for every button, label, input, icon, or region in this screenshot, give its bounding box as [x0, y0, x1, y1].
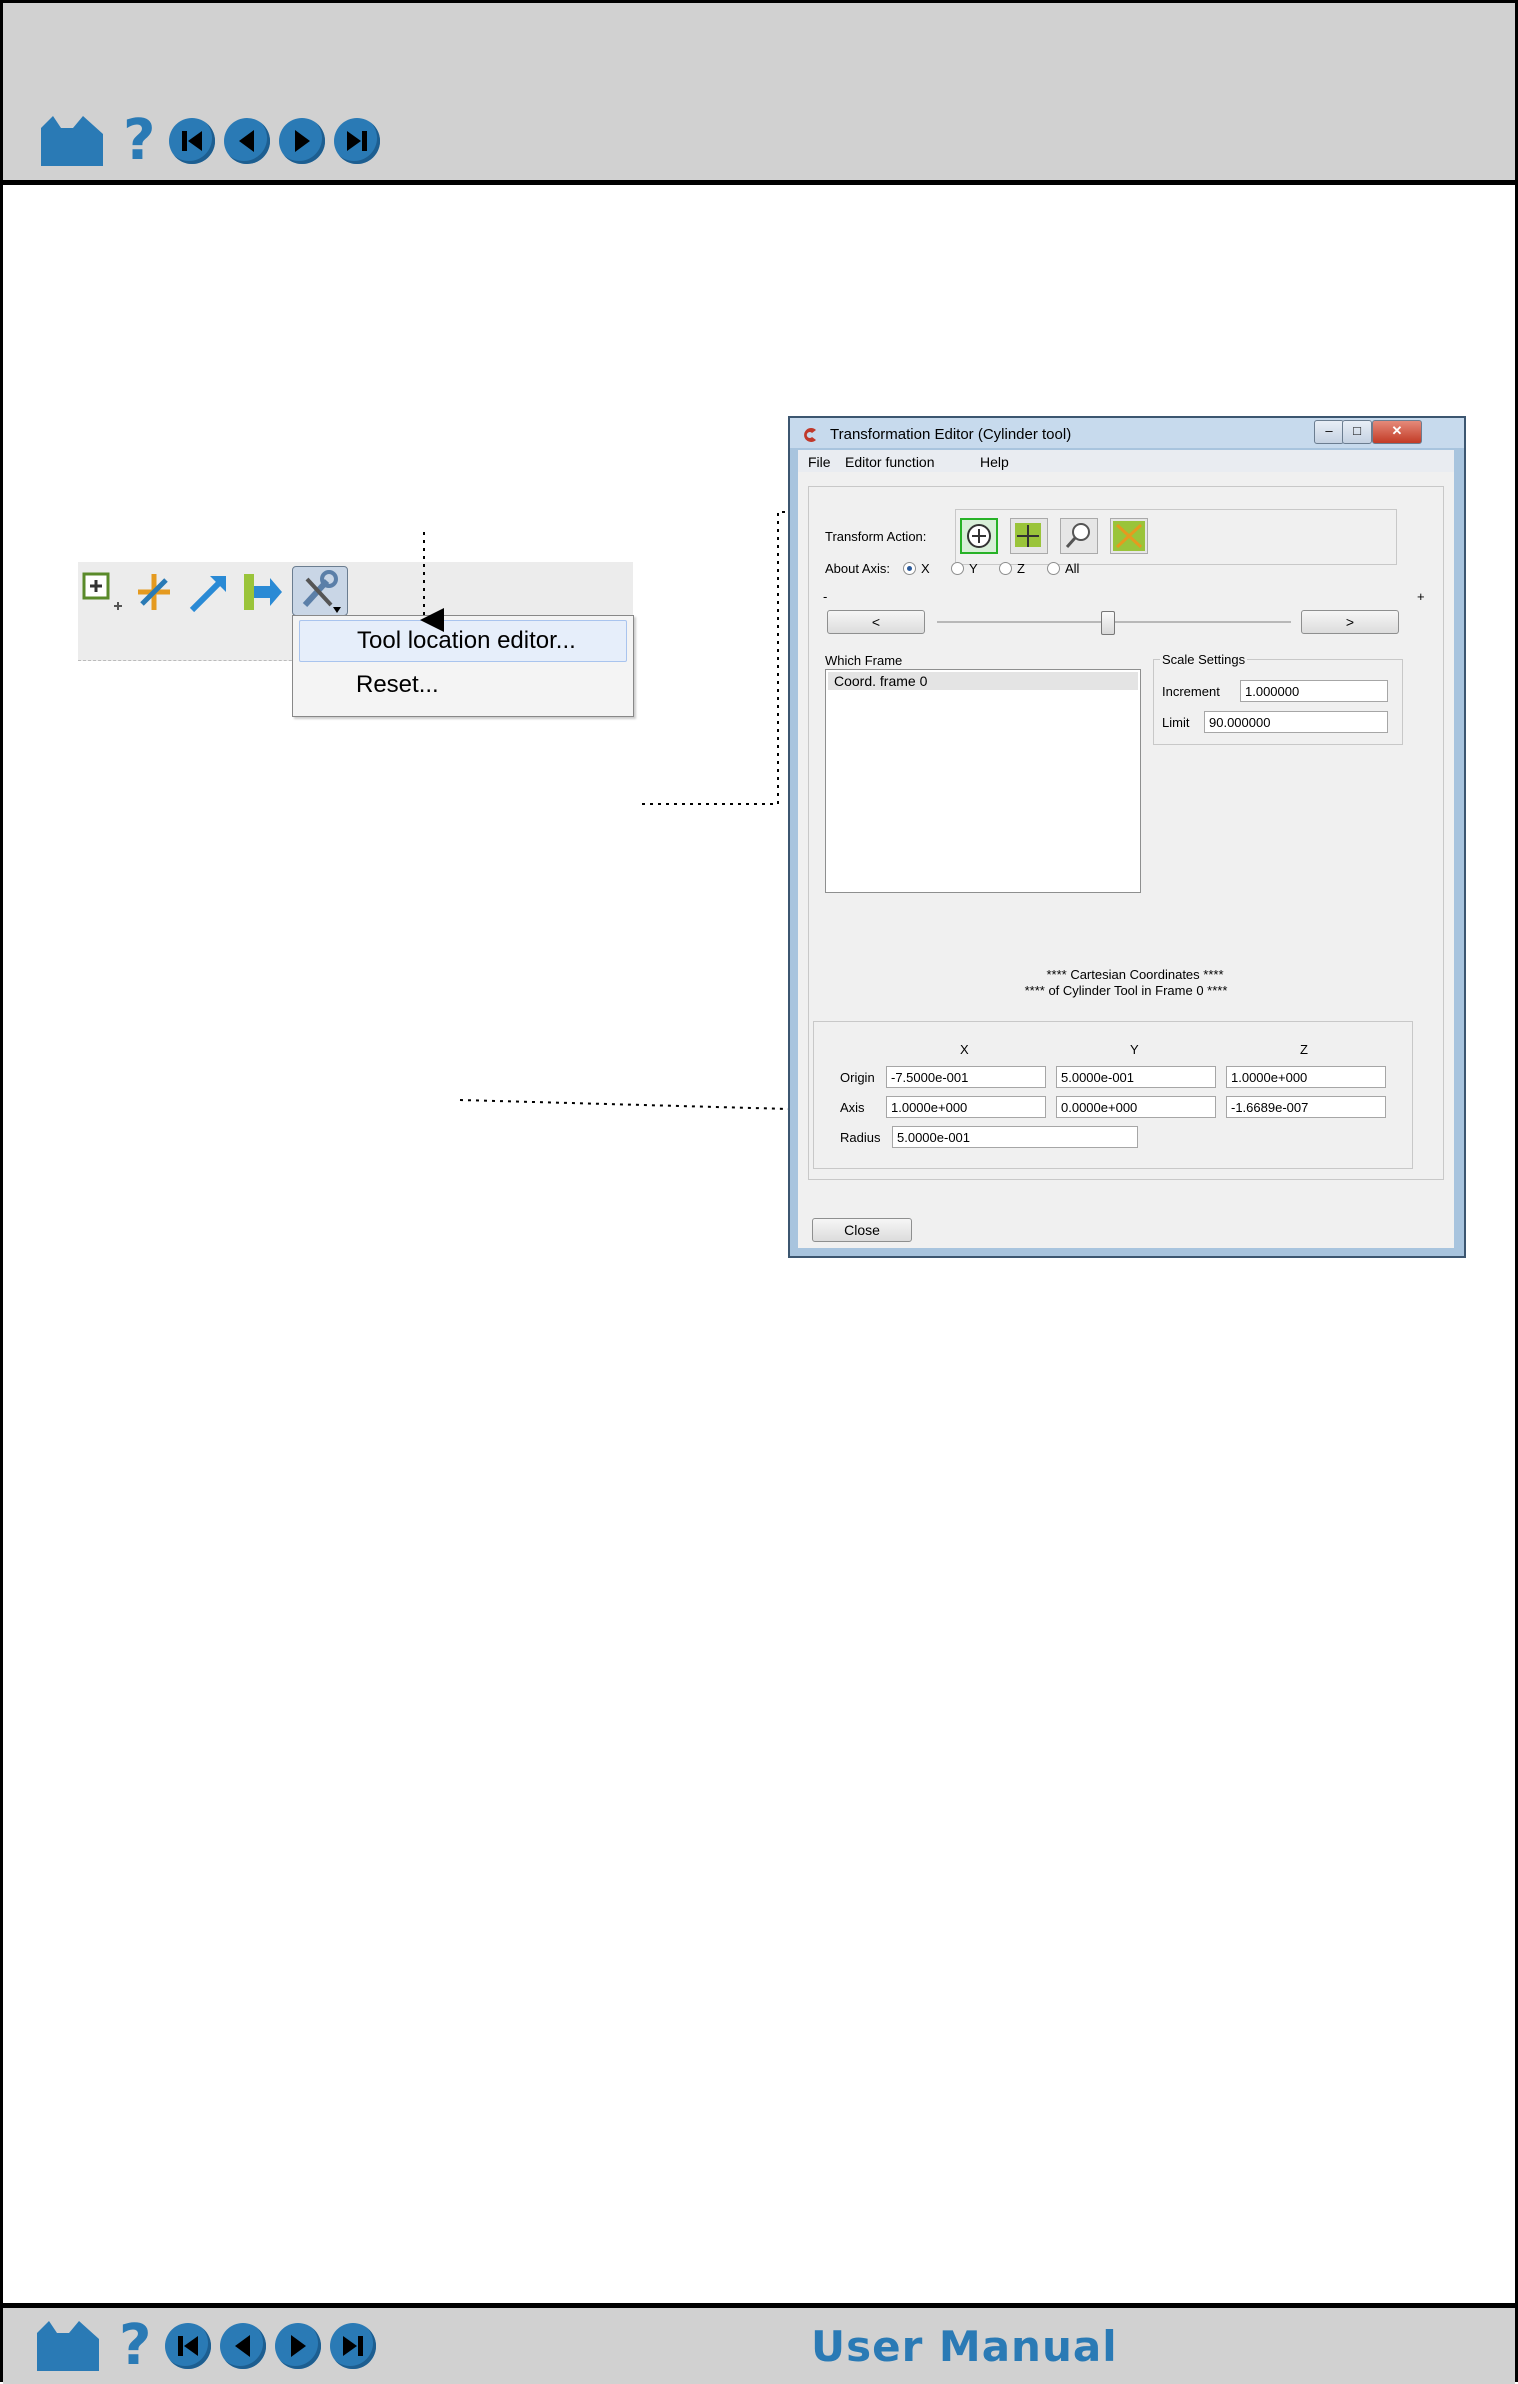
- menu-editor-function[interactable]: Editor function: [845, 454, 935, 470]
- slider-plus-label: +: [1417, 589, 1425, 604]
- axis-radio-z-label: Z: [1017, 561, 1025, 576]
- window-menubar: File Editor function Help: [798, 450, 1454, 472]
- rotate-action-button[interactable]: [960, 518, 998, 554]
- coordinates-header: **** Cartesian Coordinates **** **** of …: [809, 967, 1443, 999]
- column-header-z: Z: [1300, 1042, 1308, 1057]
- window-titlebar[interactable]: Transformation Editor (Cylinder tool) – …: [790, 418, 1464, 448]
- step-right-button[interactable]: >: [1301, 610, 1399, 634]
- home-icon[interactable]: [35, 2319, 101, 2373]
- axis-radio-x-label: X: [921, 561, 930, 576]
- close-button[interactable]: Close: [812, 1218, 912, 1242]
- axis-y-input[interactable]: 0.0000e+000: [1056, 1096, 1216, 1118]
- column-header-x: X: [960, 1042, 969, 1057]
- menu-file[interactable]: File: [808, 454, 831, 470]
- scale-settings-group: Scale Settings Increment 1.000000 Limit …: [1153, 652, 1403, 745]
- bottom-nav: ?: [35, 2318, 385, 2374]
- radius-input[interactable]: 5.0000e-001: [892, 1126, 1138, 1148]
- window-client-area: Transform Action: About Axis: X Y Z All …: [798, 472, 1454, 1248]
- transform-action-group: [955, 509, 1397, 565]
- limit-label: Limit: [1162, 715, 1190, 730]
- manual-title: User Manual: [811, 2322, 1118, 2371]
- axis-radio-y[interactable]: [951, 562, 964, 575]
- axis-radio-all[interactable]: [1047, 562, 1060, 575]
- minimize-button[interactable]: –: [1314, 420, 1344, 444]
- window-title: Transformation Editor (Cylinder tool): [830, 426, 1072, 443]
- increment-input[interactable]: 1.000000: [1240, 680, 1388, 702]
- coords-header-line-1: **** Cartesian Coordinates ****: [1046, 967, 1224, 982]
- zoom-action-button[interactable]: [1060, 518, 1098, 554]
- increment-label: Increment: [1162, 684, 1220, 699]
- axis-x-input[interactable]: 1.0000e+000: [886, 1096, 1046, 1118]
- translate-action-button[interactable]: [1010, 518, 1048, 554]
- main-panel: Transform Action: About Axis: X Y Z All …: [808, 486, 1444, 1180]
- origin-z-input[interactable]: 1.0000e+000: [1226, 1066, 1386, 1088]
- translate-icon: [1015, 523, 1041, 547]
- axis-radio-z[interactable]: [999, 562, 1012, 575]
- origin-x-input[interactable]: -7.5000e-001: [886, 1066, 1046, 1088]
- next-page-icon[interactable]: [275, 2323, 322, 2369]
- coords-header-line-2: **** of Cylinder Tool in Frame 0 ****: [1024, 983, 1228, 998]
- menu-help[interactable]: Help: [980, 454, 1009, 470]
- bottom-nav-bar: ? User Manual: [3, 2303, 1515, 2384]
- step-left-button[interactable]: <: [827, 610, 925, 634]
- first-page-icon[interactable]: [165, 2323, 212, 2369]
- coordinates-group: X Y Z Origin -7.5000e-001 5.0000e-001 1.…: [813, 1021, 1413, 1169]
- about-axis-label: About Axis:: [825, 561, 891, 576]
- axis-radio-x[interactable]: [903, 562, 916, 575]
- rotation-slider-thumb[interactable]: [1101, 611, 1115, 635]
- origin-label: Origin: [840, 1070, 875, 1085]
- list-item[interactable]: Coord. frame 0: [828, 672, 1138, 690]
- frame-list[interactable]: Coord. frame 0: [825, 669, 1141, 893]
- maximize-button[interactable]: □: [1342, 420, 1372, 444]
- which-frame-label: Which Frame: [825, 653, 903, 668]
- axis-z-input[interactable]: -1.6689e-007: [1226, 1096, 1386, 1118]
- axis-radio-y-label: Y: [969, 561, 978, 576]
- column-header-y: Y: [1130, 1042, 1139, 1057]
- axis-label: Axis: [840, 1100, 865, 1115]
- origin-y-input[interactable]: 5.0000e-001: [1056, 1066, 1216, 1088]
- scale-settings-label: Scale Settings: [1160, 652, 1248, 667]
- scale-action-button[interactable]: [1110, 518, 1148, 554]
- close-window-button[interactable]: ✕: [1372, 420, 1422, 444]
- slider-minus-label: -: [823, 589, 828, 604]
- help-icon[interactable]: ?: [119, 2318, 151, 2374]
- prev-page-icon[interactable]: [220, 2323, 267, 2369]
- radius-label: Radius: [840, 1130, 881, 1145]
- callout-axis-line: [459, 1099, 827, 1111]
- transform-action-label: Transform Action:: [825, 529, 927, 544]
- rotate-icon: [967, 524, 991, 548]
- last-page-icon[interactable]: [330, 2323, 377, 2369]
- scale-icon: [1113, 521, 1145, 551]
- zoom-icon: [1065, 523, 1090, 548]
- app-logo-icon: [804, 428, 816, 442]
- axis-radio-all-label: All: [1065, 561, 1080, 576]
- limit-input[interactable]: 90.000000: [1204, 711, 1388, 733]
- transformation-editor-window: Transformation Editor (Cylinder tool) – …: [788, 416, 1466, 1258]
